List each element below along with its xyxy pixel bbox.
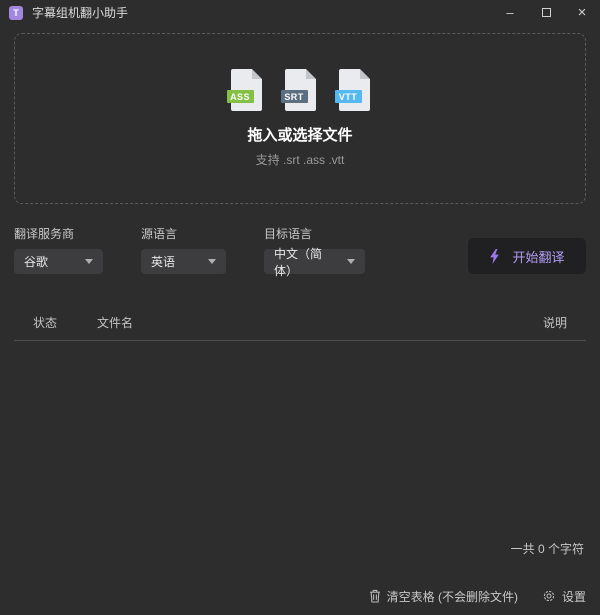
app-icon-letter: T xyxy=(13,8,19,18)
target-language-field: 目标语言 中文（简体） xyxy=(264,225,365,274)
start-translation-button[interactable]: 开始翻译 xyxy=(468,238,586,274)
close-icon: × xyxy=(578,4,587,21)
chevron-down-icon xyxy=(347,259,355,264)
provider-field: 翻译服务商 谷歌 xyxy=(14,225,103,274)
settings-button[interactable]: 设置 xyxy=(542,588,586,605)
ass-badge: ASS xyxy=(227,90,254,103)
source-language-label: 源语言 xyxy=(141,225,226,242)
source-language-select[interactable]: 英语 xyxy=(141,249,226,274)
window-title: 字幕组机翻小助手 xyxy=(32,4,128,21)
chevron-down-icon xyxy=(208,259,216,264)
trash-icon xyxy=(369,589,381,603)
clear-table-label: 清空表格 (不会删除文件) xyxy=(387,588,518,605)
target-language-label: 目标语言 xyxy=(264,225,365,242)
start-translation-label: 开始翻译 xyxy=(512,247,564,266)
minimize-button[interactable]: – xyxy=(492,0,528,25)
main-content: ASS SRT VTT 拖入或选择文件 支持 .srt .ass .vtt 翻译… xyxy=(0,25,600,615)
provider-select[interactable]: 谷歌 xyxy=(14,249,103,274)
column-filename: 文件名 xyxy=(97,314,543,331)
clear-table-button[interactable]: 清空表格 (不会删除文件) xyxy=(369,588,518,605)
file-type-icons: ASS SRT VTT xyxy=(231,69,370,111)
srt-badge: SRT xyxy=(281,90,308,103)
dropzone-supported-formats: 支持 .srt .ass .vtt xyxy=(256,151,345,168)
page-fold-cut xyxy=(360,69,370,79)
close-button[interactable]: × xyxy=(564,0,600,25)
target-language-value: 中文（简体） xyxy=(274,245,335,279)
file-table-body xyxy=(14,341,586,540)
srt-file-icon: SRT xyxy=(285,69,316,111)
provider-value: 谷歌 xyxy=(24,253,48,270)
lightning-icon xyxy=(489,249,500,264)
file-table-header: 状态 文件名 说明 xyxy=(14,314,586,341)
translation-controls: 翻译服务商 谷歌 源语言 英语 目标语言 中文（简体） xyxy=(14,225,586,274)
settings-label: 设置 xyxy=(562,588,586,605)
vtt-file-icon: VTT xyxy=(339,69,370,111)
source-language-value: 英语 xyxy=(151,253,175,270)
app-window: T 字幕组机翻小助手 – × ASS xyxy=(0,0,600,615)
ass-file-icon: ASS xyxy=(231,69,262,111)
page-fold-cut xyxy=(306,69,316,79)
app-icon: T xyxy=(9,6,23,20)
gear-icon xyxy=(542,589,556,603)
minimize-icon: – xyxy=(506,5,513,20)
file-drop-zone[interactable]: ASS SRT VTT 拖入或选择文件 支持 .srt .ass .vtt xyxy=(14,33,586,204)
maximize-button[interactable] xyxy=(528,0,564,25)
title-bar: T 字幕组机翻小助手 – × xyxy=(0,0,600,25)
dropzone-title: 拖入或选择文件 xyxy=(247,124,352,145)
column-status: 状态 xyxy=(33,314,97,331)
provider-label: 翻译服务商 xyxy=(14,225,103,242)
maximize-icon xyxy=(542,8,551,17)
page-fold-cut xyxy=(252,69,262,79)
window-controls: – × xyxy=(492,0,600,25)
target-language-select[interactable]: 中文（简体） xyxy=(264,249,365,274)
bottom-bar: 清空表格 (不会删除文件) 设置 xyxy=(14,585,586,607)
character-count: 一共 0 个字符 xyxy=(14,540,586,557)
column-note: 说明 xyxy=(543,314,567,331)
source-language-field: 源语言 英语 xyxy=(141,225,226,274)
vtt-badge: VTT xyxy=(335,90,362,103)
chevron-down-icon xyxy=(85,259,93,264)
